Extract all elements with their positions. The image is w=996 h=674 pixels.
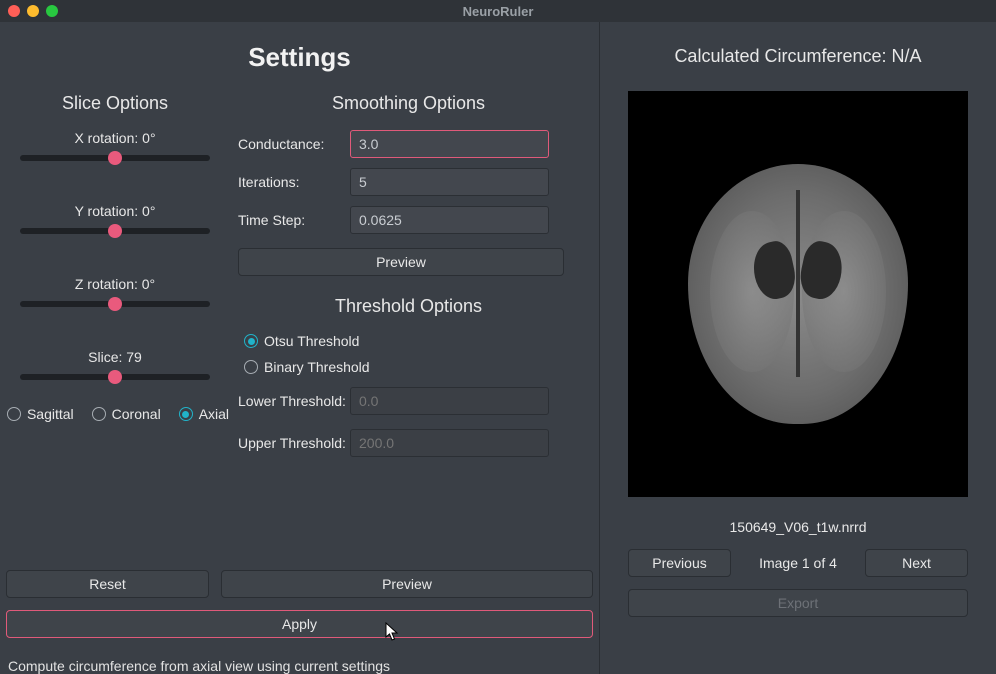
export-button[interactable]: Export <box>628 589 968 617</box>
y-rotation-group: Y rotation: 0° <box>6 203 224 234</box>
x-rotation-slider[interactable] <box>20 155 210 161</box>
image-counter: Image 1 of 4 <box>731 555 865 571</box>
lower-threshold-input[interactable] <box>350 387 549 415</box>
slice-options-heading: Slice Options <box>62 93 168 114</box>
options-column: Smoothing Options Conductance: Iteration… <box>224 87 593 564</box>
slice-index-label: Slice: 79 <box>6 349 224 365</box>
lower-threshold-row: Lower Threshold: <box>238 387 579 415</box>
slider-thumb-icon[interactable] <box>108 224 122 238</box>
image-nav-row: Previous Image 1 of 4 Next <box>628 549 968 577</box>
next-button[interactable]: Next <box>865 549 968 577</box>
status-text: Compute circumference from axial view us… <box>6 650 593 674</box>
threshold-preview-button[interactable]: Preview <box>221 570 593 598</box>
iterations-row: Iterations: <box>238 168 579 196</box>
previous-button[interactable]: Previous <box>628 549 731 577</box>
window-title: NeuroRuler <box>0 4 996 19</box>
reset-button[interactable]: Reset <box>6 570 209 598</box>
settings-panel: Settings Slice Options X rotation: 0° Y … <box>0 22 600 674</box>
settings-heading: Settings <box>0 42 599 73</box>
slider-thumb-icon[interactable] <box>108 370 122 384</box>
titlebar: NeuroRuler <box>0 0 996 22</box>
brain-image-icon <box>688 164 908 424</box>
conductance-label: Conductance: <box>238 136 350 152</box>
z-rotation-label: Z rotation: 0° <box>6 276 224 292</box>
conductance-row: Conductance: <box>238 130 579 158</box>
otsu-threshold-radio[interactable]: Otsu Threshold <box>244 333 579 349</box>
radio-icon <box>244 334 258 348</box>
smoothing-preview-button[interactable]: Preview <box>238 248 564 276</box>
iterations-input[interactable] <box>350 168 549 196</box>
upper-threshold-label: Upper Threshold: <box>238 435 350 451</box>
lower-threshold-label: Lower Threshold: <box>238 393 350 409</box>
threshold-heading: Threshold Options <box>238 296 579 317</box>
timestep-input[interactable] <box>350 206 549 234</box>
radio-icon <box>92 407 106 421</box>
slider-thumb-icon[interactable] <box>108 151 122 165</box>
actions-area: Reset Preview Apply Compute circumferenc… <box>0 564 599 674</box>
z-rotation-group: Z rotation: 0° <box>6 276 224 307</box>
slice-index-slider[interactable] <box>20 374 210 380</box>
y-rotation-slider[interactable] <box>20 228 210 234</box>
slider-thumb-icon[interactable] <box>108 297 122 311</box>
iterations-label: Iterations: <box>238 174 350 190</box>
radio-icon <box>179 407 193 421</box>
view-axial-radio[interactable]: Axial <box>179 406 229 422</box>
view-orientation-row: Sagittal Coronal Axial <box>7 406 229 422</box>
radio-icon <box>244 360 258 374</box>
binary-threshold-radio[interactable]: Binary Threshold <box>244 359 579 375</box>
x-rotation-label: X rotation: 0° <box>6 130 224 146</box>
image-filename: 150649_V06_t1w.nrrd <box>730 519 867 535</box>
slice-index-group: Slice: 79 <box>6 349 224 380</box>
view-coronal-label: Coronal <box>112 406 161 422</box>
timestep-row: Time Step: <box>238 206 579 234</box>
apply-button[interactable]: Apply <box>6 610 593 638</box>
x-rotation-group: X rotation: 0° <box>6 130 224 161</box>
result-panel: Calculated Circumference: N/A 150649_V06… <box>600 22 996 674</box>
upper-threshold-input[interactable] <box>350 429 549 457</box>
otsu-threshold-label: Otsu Threshold <box>264 333 359 349</box>
slice-options-column: Slice Options X rotation: 0° Y rotation:… <box>6 87 224 564</box>
view-sagittal-radio[interactable]: Sagittal <box>7 406 74 422</box>
z-rotation-slider[interactable] <box>20 301 210 307</box>
calculated-circumference-heading: Calculated Circumference: N/A <box>674 46 921 67</box>
radio-icon <box>7 407 21 421</box>
upper-threshold-row: Upper Threshold: <box>238 429 579 457</box>
timestep-label: Time Step: <box>238 212 350 228</box>
view-sagittal-label: Sagittal <box>27 406 74 422</box>
smoothing-heading: Smoothing Options <box>238 93 579 114</box>
conductance-input[interactable] <box>350 130 549 158</box>
view-coronal-radio[interactable]: Coronal <box>92 406 161 422</box>
binary-threshold-label: Binary Threshold <box>264 359 370 375</box>
y-rotation-label: Y rotation: 0° <box>6 203 224 219</box>
image-viewer <box>628 91 968 497</box>
